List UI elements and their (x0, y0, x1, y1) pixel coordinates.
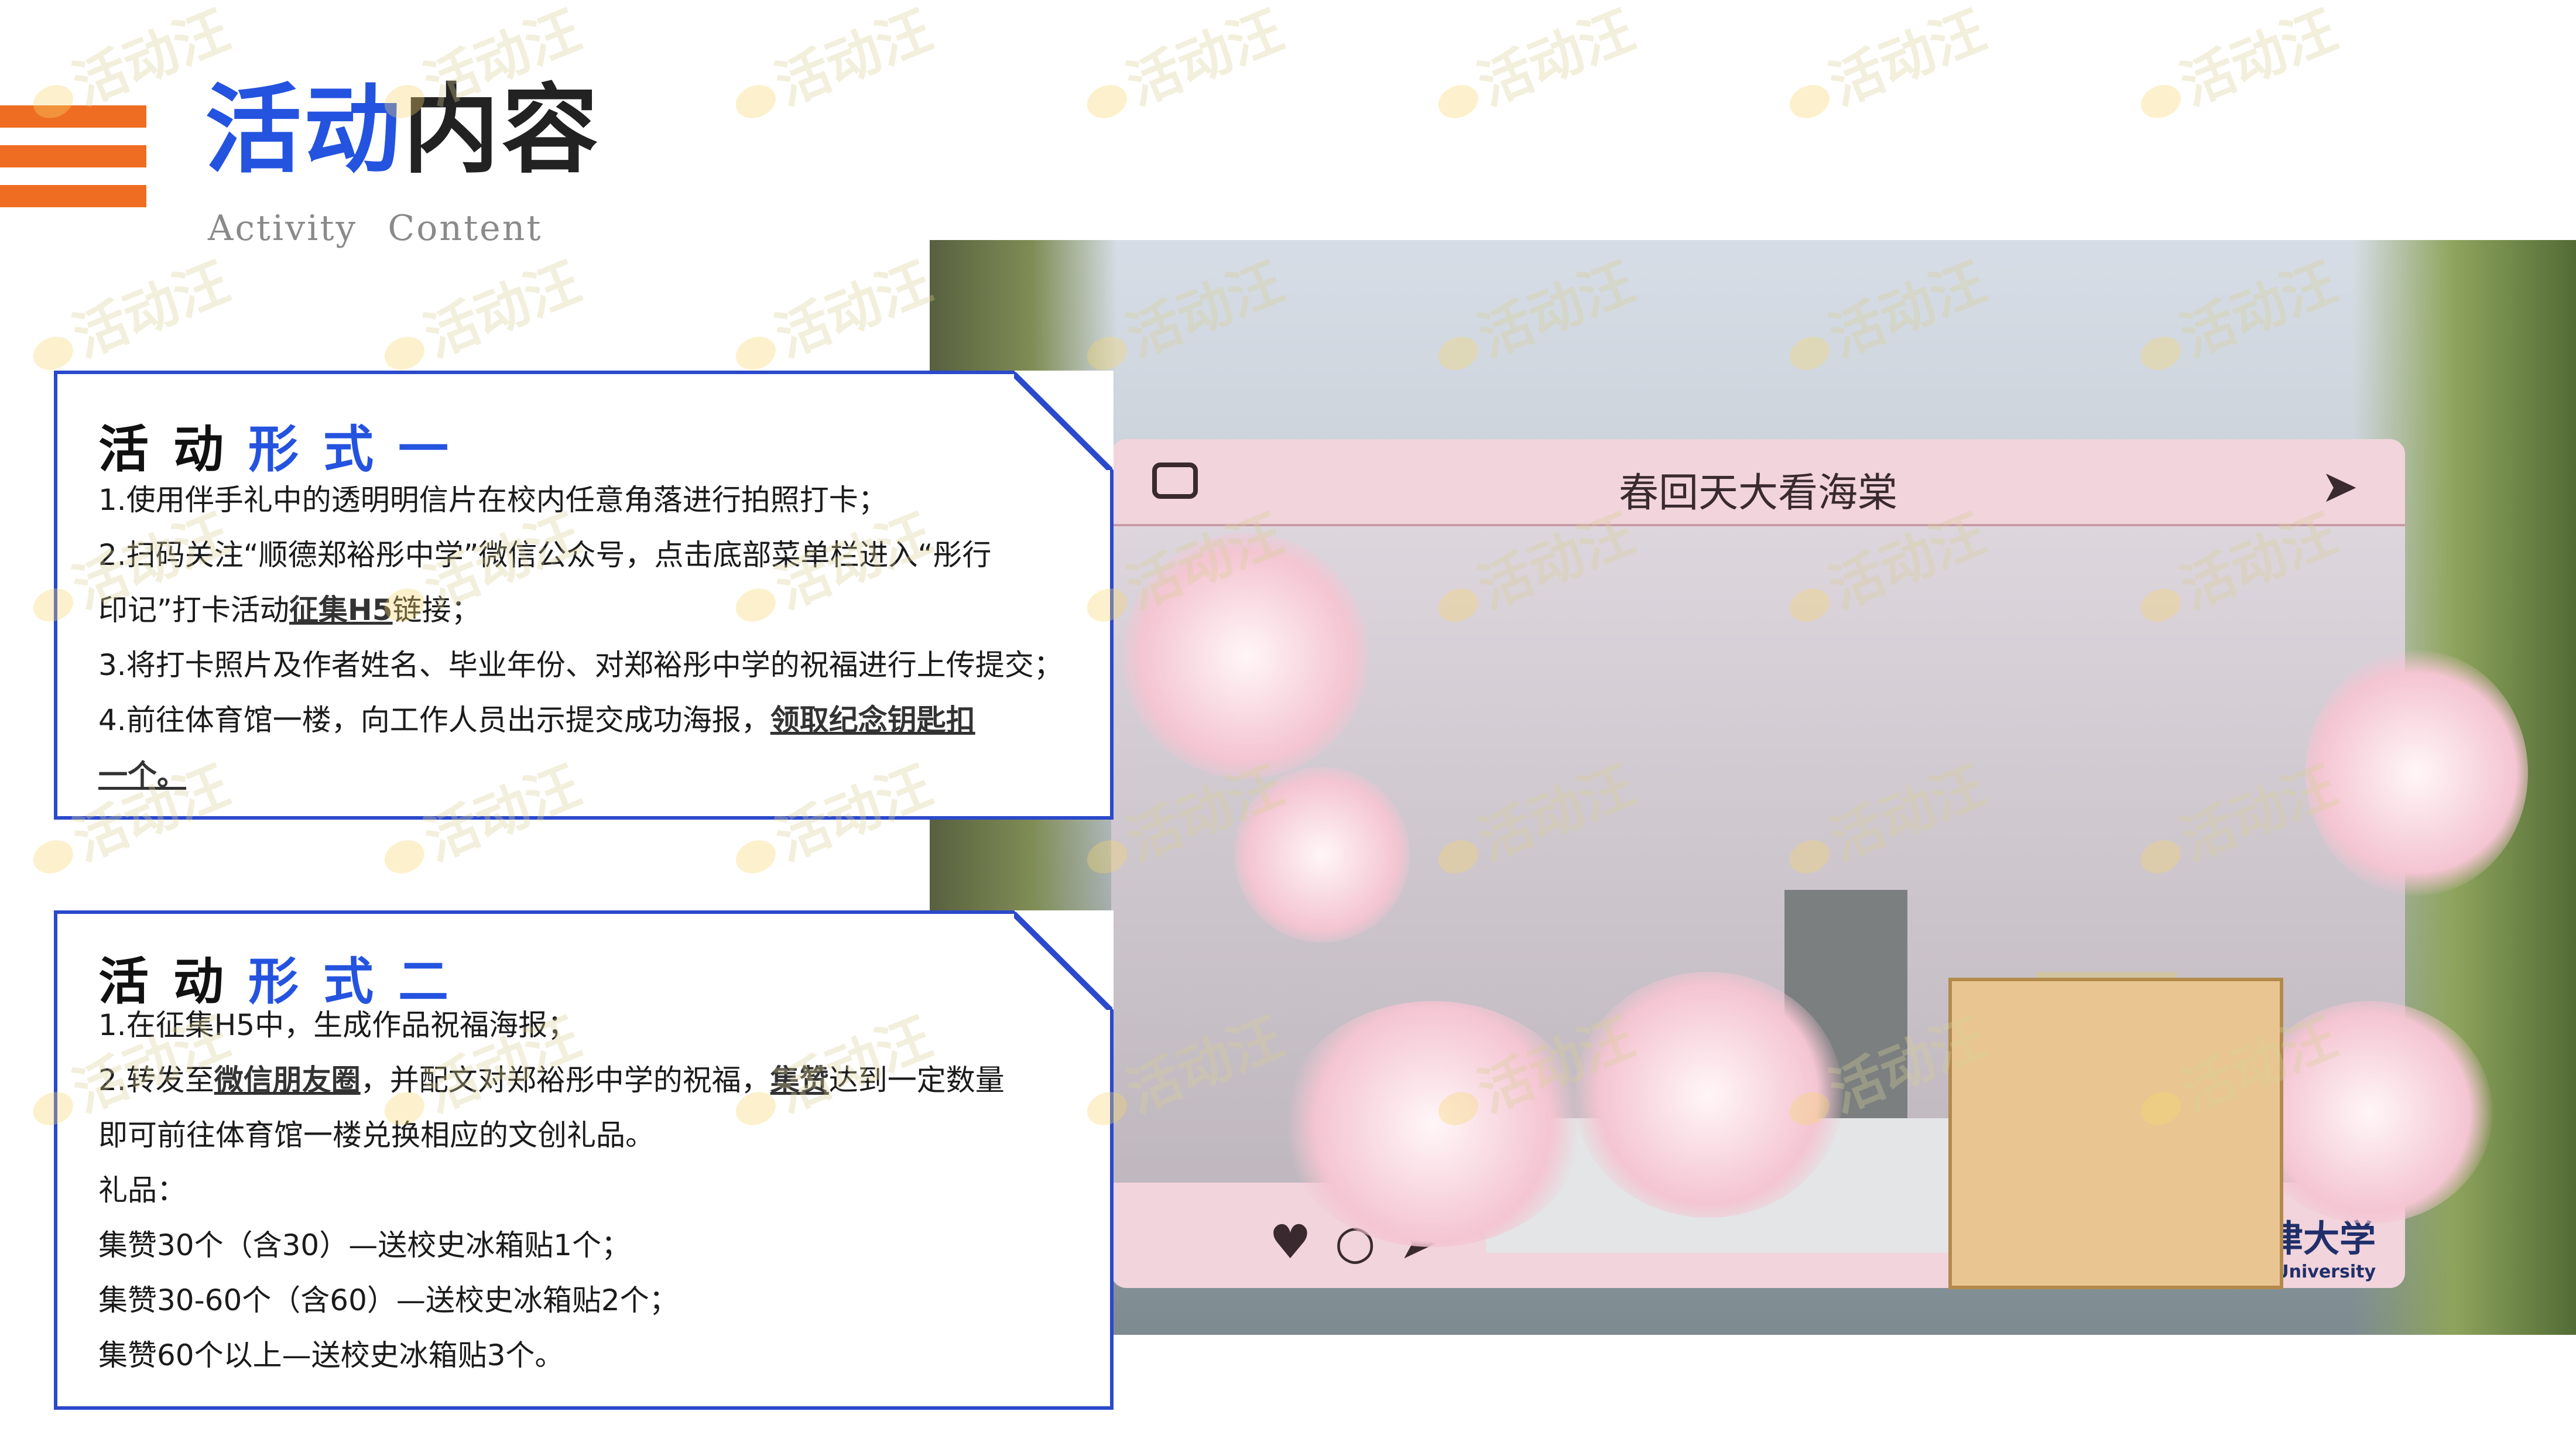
watermark-text: 活动汪 (767, 250, 941, 369)
postcard-header: 春回天大看海棠 ➤ (1111, 439, 2405, 526)
blossom (1281, 1001, 1585, 1247)
stripe (0, 185, 146, 207)
bee-icon (28, 331, 78, 376)
text-line: 2.扫码关注“顺德郑裕彤中学”微信公众号，点击底部菜单栏进入“彤行 (98, 538, 992, 572)
watermark: 活动汪 (1070, 0, 1293, 138)
watermark: 活动汪 (719, 239, 941, 389)
text-span: 4.前往体育馆一楼，向工作人员出示提交成功海报， (98, 703, 770, 737)
blossom (1123, 533, 1369, 779)
watermark: 活动汪 (719, 0, 941, 138)
text-span: 达到一定数量 (828, 1063, 1005, 1097)
text-line: 1.在征集H5中，生成作品祝福海报； (98, 1008, 577, 1042)
blossom (2306, 650, 2528, 896)
watermark: 活动汪 (16, 239, 239, 389)
stripe (0, 105, 146, 128)
text-span: 链接； (392, 593, 481, 627)
page-title: 活动内容 (205, 82, 601, 179)
highlight-text: 微信朋友圈 (214, 1063, 361, 1097)
bee-icon (731, 79, 781, 124)
heading-part-a: 活动 (98, 953, 248, 1011)
highlight-text: 领取纪念钥匙扣 (770, 703, 975, 737)
highlight-text: 集赞 (770, 1063, 829, 1097)
heading-part-a: 活动 (98, 420, 248, 479)
panel-heading: 活动形式一 (98, 408, 473, 481)
page-title-blue: 活动 (205, 74, 403, 186)
university-gate (1948, 978, 2283, 1289)
watermark-text: 活动汪 (2172, 0, 2346, 118)
page-title-dark: 内容 (403, 74, 601, 186)
highlight-text: 一个。 (98, 758, 186, 792)
watermark-text: 活动汪 (64, 250, 238, 369)
watermark-text: 活动汪 (1118, 0, 1292, 118)
bee-icon (28, 834, 78, 879)
bee-icon (2136, 79, 2186, 124)
text-line: 1.使用伴手礼中的透明明信片在校内任意角落进行拍照打卡； (98, 483, 888, 517)
activity-form-two-panel: 活动形式二 1.在征集H5中，生成作品祝福海报； 2.转发至微信朋友圈，并配文对… (54, 910, 1114, 1410)
panel-corner-cut (1014, 910, 1114, 1010)
bee-icon (1433, 79, 1484, 124)
watermark: 活动汪 (1421, 0, 1644, 138)
watermark-text: 活动汪 (416, 250, 590, 369)
blossom (1234, 767, 1410, 943)
watermark-text: 活动汪 (767, 0, 941, 118)
heading-part-b: 形式二 (248, 953, 473, 1011)
stripe (0, 145, 146, 167)
text-line: 4.前往体育馆一楼，向工作人员出示提交成功海报，领取纪念钥匙扣 (98, 705, 975, 735)
heading-part-b: 形式一 (248, 420, 473, 479)
bee-icon (379, 834, 430, 879)
campus-photo: 春回天大看海棠 ➤ ♥○➤ 天津大学 Tianjin University (930, 240, 2576, 1335)
text-span: 印记”打卡活动 (98, 593, 289, 627)
bee-icon (1082, 79, 1132, 124)
text-line: 3.将打卡照片及作者姓名、毕业年份、对郑裕彤中学的祝福进行上传提交； (98, 648, 1063, 682)
send-icon: ➤ (2321, 460, 2358, 512)
text-line: 即可前往体育馆一楼兑换相应的文创礼品。 (98, 1118, 655, 1152)
panel-heading: 活动形式二 (98, 940, 473, 1013)
text-span: ，并配文对郑裕彤中学的祝福， (360, 1063, 770, 1097)
text-line: 集赞60个以上—送校史冰箱贴3个。 (98, 1338, 564, 1372)
watermark-text: 活动汪 (1469, 0, 1643, 118)
bee-icon (731, 834, 781, 879)
panel-corner-cut (1014, 371, 1114, 470)
h5-link-text: 征集H5 (289, 593, 393, 627)
watermark-text: 活动汪 (1821, 0, 1995, 118)
blossom (2247, 1001, 2493, 1224)
bee-icon (731, 331, 781, 376)
text-line: 集赞30-60个（含60）—送校史冰箱贴2个； (98, 1283, 679, 1317)
bee-icon (1784, 79, 1835, 124)
orange-stripes (0, 105, 146, 225)
text-line: 一个。 (98, 761, 186, 790)
blossom (1574, 972, 1843, 1218)
activity-form-one-panel: 活动形式一 1.使用伴手礼中的透明明信片在校内任意角落进行拍照打卡； 2.扫码关… (54, 371, 1114, 820)
watermark: 活动汪 (368, 239, 590, 389)
text-line: 礼品： (98, 1173, 186, 1207)
page-subtitle: Activity Content (208, 208, 543, 249)
bee-icon (379, 331, 430, 376)
text-span: 2.转发至 (98, 1063, 214, 1097)
text-line: 2.转发至微信朋友圈，并配文对郑裕彤中学的祝福，集赞达到一定数量 (98, 1066, 1005, 1095)
postcard-title: 春回天大看海棠 (1618, 470, 1897, 516)
watermark: 活动汪 (2124, 0, 2347, 138)
text-line: 印记”打卡活动征集H5链接； (98, 595, 481, 625)
watermark: 活动汪 (1773, 0, 1995, 138)
text-line: 集赞30个（含30）—送校史冰箱贴1个； (98, 1228, 631, 1262)
